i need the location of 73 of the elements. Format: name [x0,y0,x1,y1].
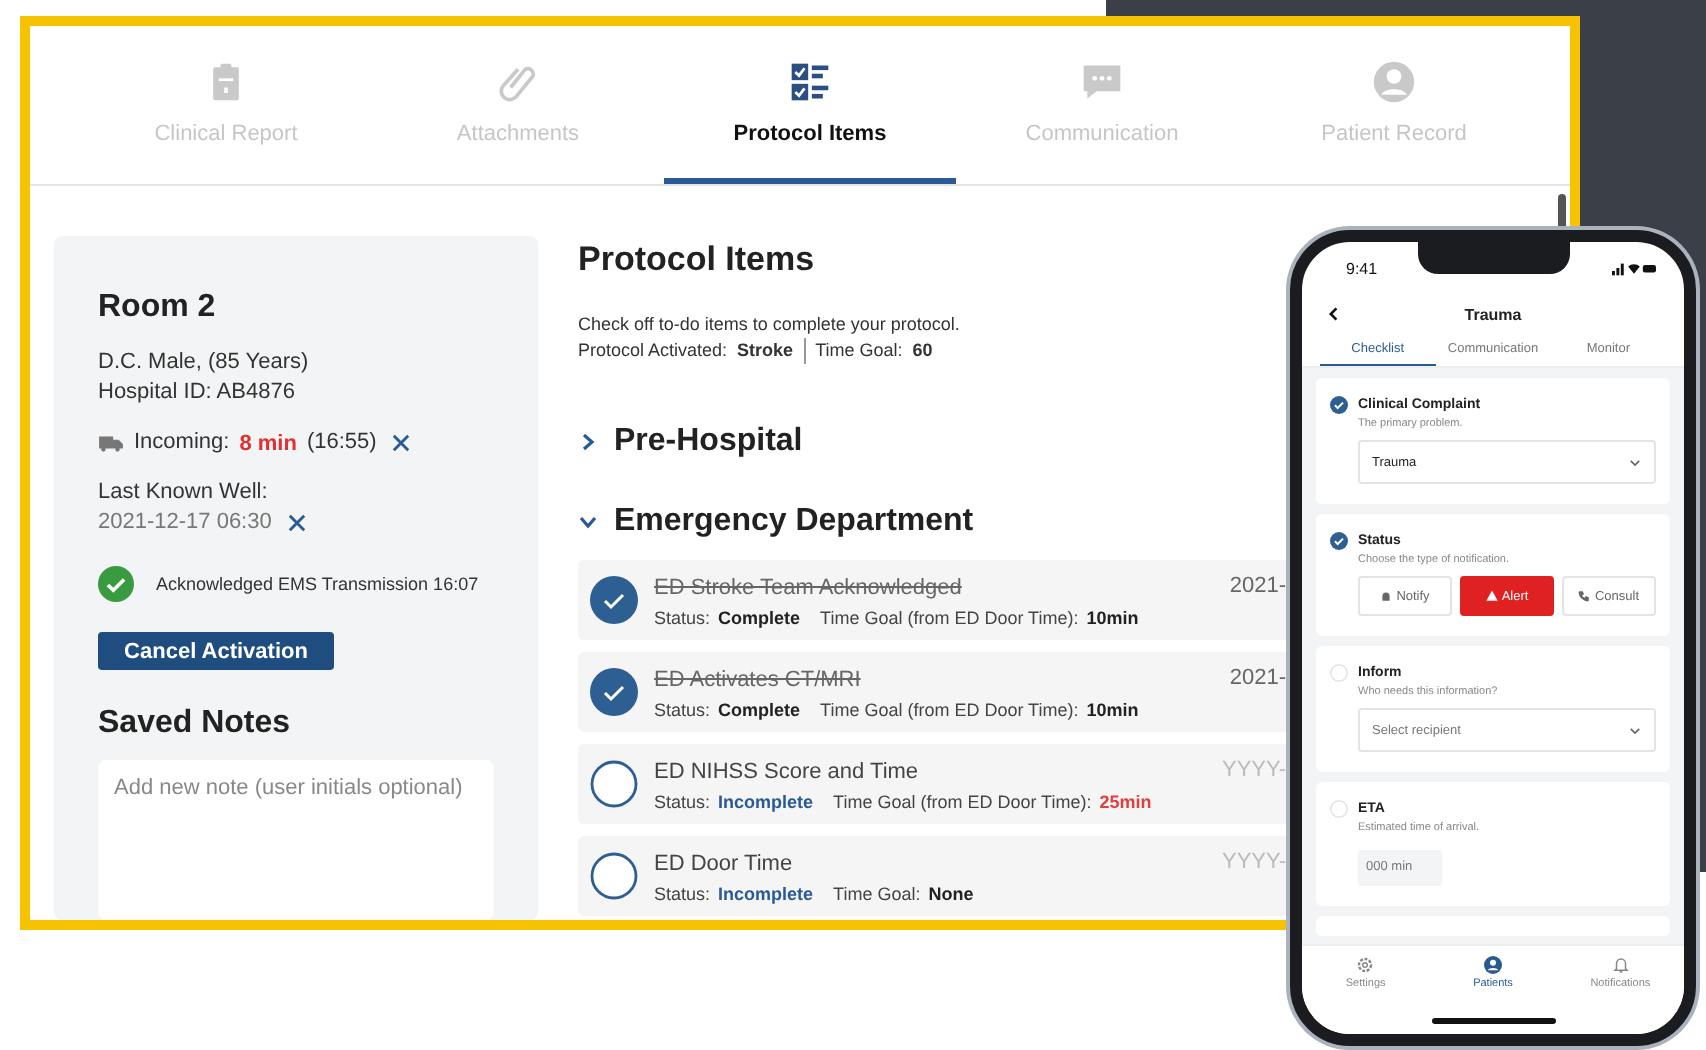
time-goal-label: Time Goal: [833,883,921,903]
incoming-eta: 8 min [239,431,297,455]
checkbox-circle[interactable] [590,760,638,808]
user-icon [1484,956,1502,974]
section-header[interactable]: Pre-Hospital [578,424,1298,460]
check-circle-icon [98,566,134,602]
date-text: YYYY- [1221,758,1286,782]
phone-icon [1578,590,1591,602]
item-name: ED Activates CT/MRI [654,665,863,695]
time-goal-value: 10min [1086,607,1139,627]
status-label: Status: [654,883,711,903]
settings-icon [1356,956,1375,974]
status-value: Incomplete [718,791,814,811]
section-header[interactable]: Emergency Department [578,504,1298,540]
chevron-icon [578,512,598,532]
item-name: ED Stroke Team Acknowledged [654,573,964,603]
cancel-activation-button[interactable]: Cancel Activation [98,632,334,671]
nav-tab[interactable]: Protocol Items [664,26,956,184]
siren-icon [1380,590,1393,602]
item-name: ED Door Time [654,849,795,879]
time-goal-label: Time Goal: [815,338,903,364]
date-text: 2021- [1229,574,1286,598]
instructions-text: Check off to-do items to complete your protocol. [578,312,962,338]
saved-notes-title: Saved Notes [98,706,293,743]
close-icon[interactable] [392,434,411,452]
clock-time: 9:41 [1346,259,1378,277]
caret-icon [1628,455,1642,469]
caret-icon [1628,723,1642,737]
check-circle[interactable] [1330,800,1348,818]
checkbox-circle[interactable] [590,668,638,716]
incoming-time: (16:55) [306,428,377,458]
status-value: Complete [718,607,801,627]
date-text: YYYY- [1221,850,1286,874]
close-icon[interactable] [287,514,306,532]
bell-icon [1611,956,1630,974]
protocol-title: Protocol Items [578,240,817,280]
time-goal-value: 25min [1099,791,1152,811]
hospital-id: Hospital ID: AB4876 [98,378,297,408]
activated-value: Stroke [737,338,794,364]
date-text: 2021- [1229,666,1286,690]
status-label: Status: [654,699,711,719]
item-name: ED NIHSS Score and Time [654,757,921,787]
room-title: Room 2 [98,290,218,326]
warning-icon [1485,590,1498,602]
status-label: Status: [654,791,711,811]
checklist-icon [788,60,832,104]
status-label: Status: [654,607,711,627]
activated-label: Protocol Activated: [578,338,728,364]
chevron-icon [578,432,598,452]
time-goal-value: None [928,883,974,903]
status-icons [1612,260,1656,276]
chat-bubble-icon [1080,60,1124,104]
checkbox-circle[interactable] [590,852,638,900]
last-known-well-value: 2021-12-17 06:30 [98,508,272,538]
screen-title: Trauma [1464,305,1522,323]
time-goal-value: 10min [1086,699,1139,719]
last-known-well-label: Last Known Well: [98,478,270,508]
acknowledgement-text: Acknowledged EMS Transmission 16:07 [156,571,479,597]
check-circle[interactable] [1330,664,1348,682]
status-value: Complete [718,699,801,719]
checkbox-circle[interactable] [590,576,638,624]
user-icon [1372,60,1416,104]
incoming-label: Incoming: [134,428,230,458]
time-goal-label: Time Goal (from ED Door Time): [820,699,1079,719]
time-goal-value: 60 [912,338,933,364]
note-field[interactable]: Add new note (user initials optional) [98,760,494,920]
time-goal-label: Time Goal (from ED Door Time): [833,791,1092,811]
check-circle[interactable] [1330,396,1348,414]
time-goal-label: Time Goal (from ED Door Time): [820,607,1079,627]
back-icon[interactable] [1326,306,1342,322]
patient-description: D.C. Male, (85 Years) [98,348,311,378]
status-value: Incomplete [718,883,814,903]
check-circle[interactable] [1330,532,1348,550]
